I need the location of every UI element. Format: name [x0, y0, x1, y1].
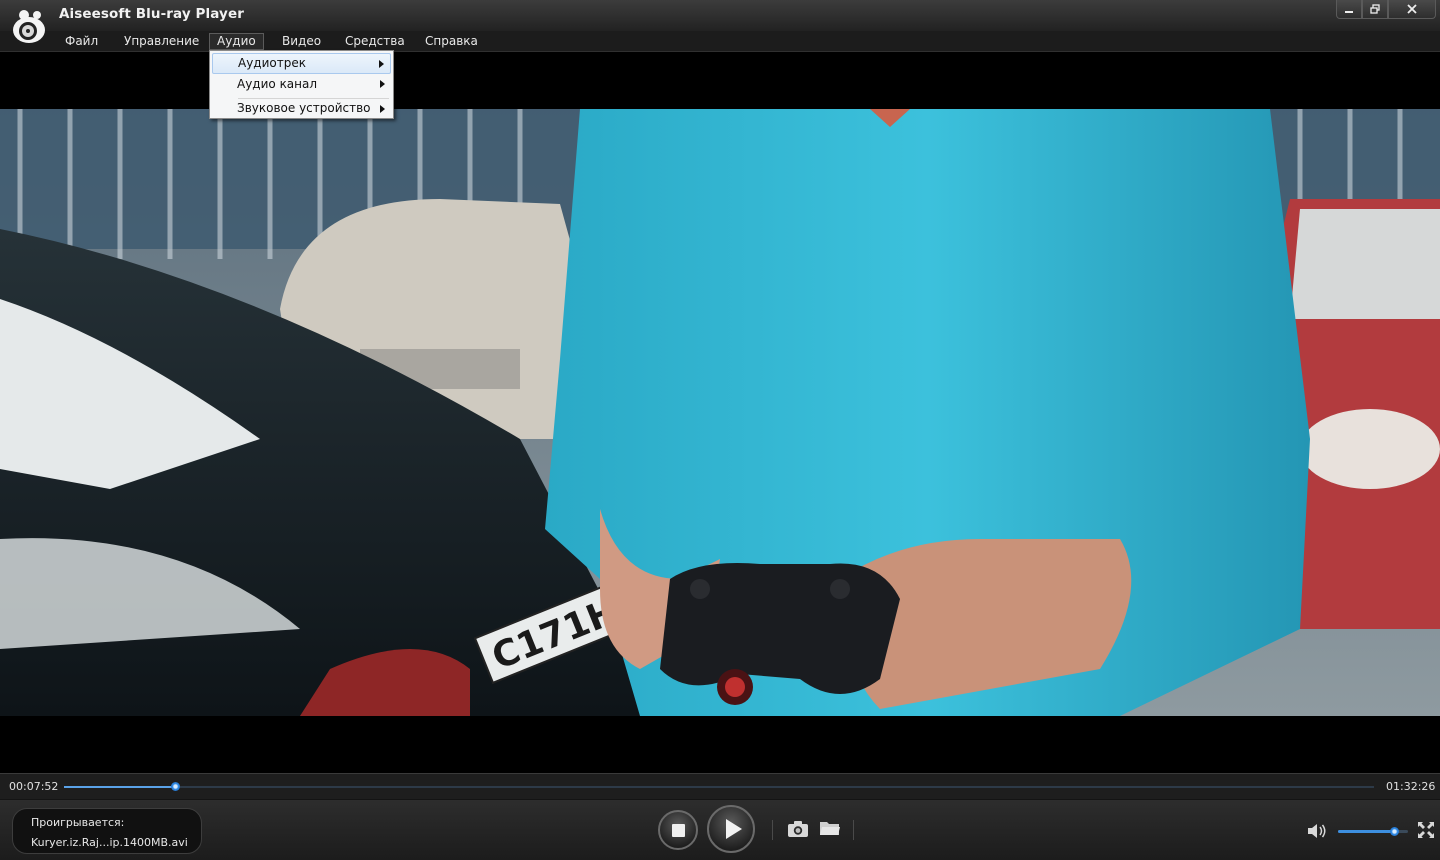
seek-slider[interactable] [64, 782, 1374, 791]
video-frame-image: С171НМ 99 [0, 109, 1440, 716]
close-button[interactable] [1388, 0, 1436, 19]
camera-icon[interactable] [787, 820, 809, 838]
volume-level [1338, 830, 1394, 833]
divider [772, 820, 773, 840]
menu-help[interactable]: Справка [418, 33, 485, 50]
stop-button[interactable] [658, 810, 698, 850]
seek-bar-area: 00:07:52 01:32:26 [0, 773, 1440, 799]
speaker-icon[interactable] [1306, 822, 1328, 840]
menu-item-audio-track[interactable]: Аудиотрек [212, 53, 391, 74]
menu-file[interactable]: Файл [58, 33, 105, 50]
audio-dropdown-menu: Аудиотрек Аудио канал Звуковое устройств… [209, 50, 394, 119]
menu-item-audio-channel[interactable]: Аудио канал [212, 74, 391, 95]
restore-button[interactable] [1362, 0, 1388, 19]
app-title: Aiseesoft Blu-ray Player [59, 6, 244, 22]
title-bar: Aiseesoft Blu-ray Player [0, 0, 1440, 43]
close-icon [1407, 4, 1417, 14]
submenu-arrow-icon [379, 60, 384, 68]
fullscreen-icon[interactable] [1417, 821, 1435, 839]
aiseesoft-logo-icon [13, 10, 45, 43]
now-playing-filename: Kuryer.iz.Raj...ip.1400MB.avi [31, 836, 188, 849]
menu-audio[interactable]: Аудио [209, 33, 264, 50]
menu-video[interactable]: Видео [275, 33, 328, 50]
current-time: 00:07:52 [9, 780, 59, 793]
total-time: 01:32:26 [1386, 780, 1436, 793]
volume-slider[interactable] [1338, 827, 1408, 836]
menu-separator [238, 98, 389, 99]
restore-icon [1370, 4, 1380, 14]
minimize-icon [1345, 11, 1353, 13]
menu-item-audio-channel-label: Аудио канал [237, 77, 318, 91]
submenu-arrow-icon [380, 105, 385, 113]
folder-icon[interactable] [819, 819, 841, 837]
now-playing-label: Проигрывается: [31, 816, 125, 829]
menu-tools[interactable]: Средства [338, 33, 412, 50]
play-icon [725, 819, 742, 839]
menu-item-audio-track-label: Аудиотрек [238, 56, 306, 70]
menu-control[interactable]: Управление [117, 33, 206, 50]
now-playing-panel: Проигрывается: Kuryer.iz.Raj...ip.1400MB… [12, 808, 202, 854]
volume-handle[interactable] [1390, 827, 1399, 836]
video-display[interactable]: С171НМ 99 [0, 53, 1440, 773]
control-bar: Проигрывается: Kuryer.iz.Raj...ip.1400MB… [0, 799, 1440, 860]
menu-bar: Файл Управление Аудио Видео Средства Спр… [0, 31, 1440, 52]
submenu-arrow-icon [380, 80, 385, 88]
divider [853, 820, 854, 840]
seek-handle[interactable] [171, 782, 181, 791]
menu-item-sound-device[interactable]: Звуковое устройство [212, 100, 391, 119]
minimize-button[interactable] [1336, 0, 1362, 19]
seek-progress [64, 786, 176, 788]
play-button[interactable] [707, 805, 755, 853]
video-frame: С171НМ 99 [0, 109, 1440, 716]
menu-item-sound-device-label: Звуковое устройство [237, 101, 371, 115]
stop-icon [671, 823, 685, 837]
